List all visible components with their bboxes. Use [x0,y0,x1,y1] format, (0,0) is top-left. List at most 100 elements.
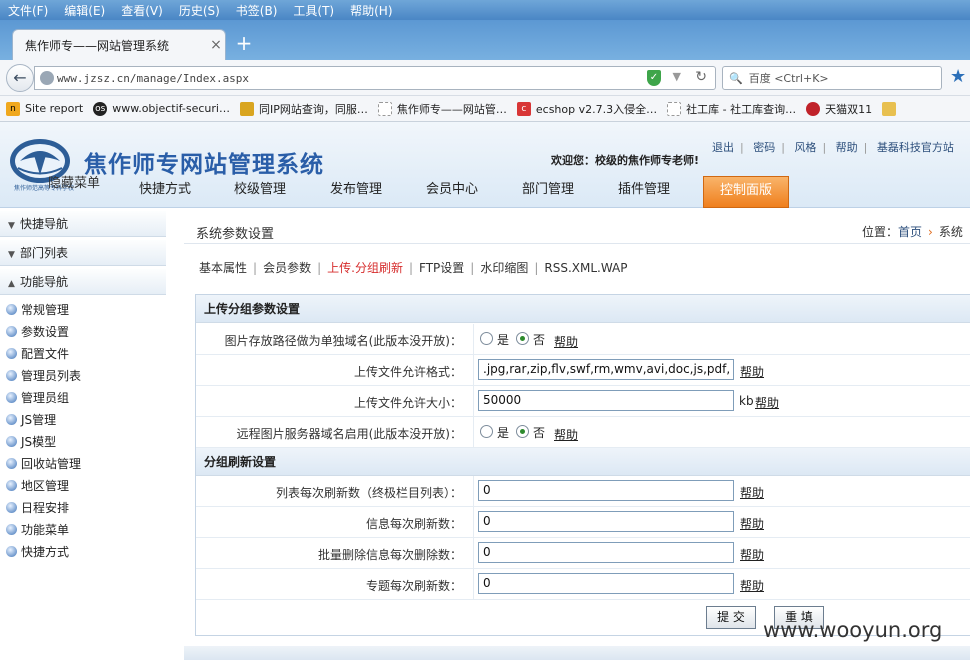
official-site-link[interactable]: 基磊科技官方站 [877,141,954,154]
folder-icon[interactable] [882,101,901,116]
sidebar-item-js-manage[interactable]: JS管理 [6,411,56,428]
dropdown-triangle-icon[interactable]: ▼ [673,70,681,83]
menu-view[interactable]: 查看(V) [121,2,163,19]
settings-tabs: 基本属性 | 会员参数 | 上传.分组刷新 | FTP设置 | 水印缩图 | RSS.XM… [199,259,628,276]
field-label: 列表每次刷新数（终极栏目列表）： [275,486,462,500]
reload-icon[interactable]: ↻ [695,69,707,85]
logout-link[interactable]: 退出 [712,141,734,154]
sidebar-item-admin-list[interactable]: 管理员列表 [6,367,81,384]
form-row-topic-refresh: 专题每次刷新数： 0 帮助 [196,569,970,600]
bullet-icon [6,414,17,425]
tab-rss[interactable]: RSS.XML.WAP [544,261,627,275]
sidebar-item-js-model[interactable]: JS模型 [6,433,56,450]
sidebar-section-functions[interactable]: ▲ 功能导航 [0,269,166,295]
tab-close-icon[interactable]: × [207,37,225,53]
browser-menubar: 文件(F) 编辑(E) 查看(V) 历史(S) 书签(B) 工具(T) 帮助(H… [0,0,970,20]
menu-file[interactable]: 文件(F) [8,2,48,19]
sidebar-section-quick-nav[interactable]: ▼ 快捷导航 [0,211,166,237]
style-link[interactable]: 风格 [794,141,816,154]
batch-delete-input[interactable]: 0 [478,542,734,563]
bookmark-item[interactable]: 天猫双11 [806,101,872,117]
bullet-icon [6,458,17,469]
sidebar-item-region[interactable]: 地区管理 [6,477,69,494]
bullet-icon [6,304,17,315]
radio-no[interactable] [516,332,529,345]
tab-basic[interactable]: 基本属性 [199,259,247,276]
sidebar-item-schedule[interactable]: 日程安排 [6,499,69,516]
sidebar-item-general[interactable]: 常规管理 [6,301,69,318]
bullet-icon [6,546,17,557]
topic-refresh-input[interactable]: 0 [478,573,734,594]
bookmark-item[interactable]: n Site report [6,101,83,116]
allowed-formats-input[interactable]: .jpg,rar,zip,flv,swf,rm,wmv,avi,doc,js,p… [478,359,734,380]
tab-ftp[interactable]: FTP设置 [419,259,464,276]
submit-button[interactable]: 提 交 [706,606,756,629]
nav-plugins[interactable]: 插件管理 [618,176,670,208]
menu-history[interactable]: 历史(S) [179,2,220,19]
help-link[interactable]: 帮助 [740,577,764,594]
help-link[interactable]: 帮助 [755,394,779,411]
tab-member-params[interactable]: 会员参数 [263,259,311,276]
tab-watermark[interactable]: 水印缩图 [480,259,528,276]
bookmark-item[interactable]: 社工库 - 社工库查询… [667,101,796,117]
form-row-allowed-formats: 上传文件允许格式： .jpg,rar,zip,flv,swf,rm,wmv,av… [196,355,970,386]
radio-yes[interactable] [480,332,493,345]
tab-upload-refresh[interactable]: 上传.分组刷新 [327,259,403,276]
bookmark-item[interactable]: 同IP网站查询，同服… [240,101,368,117]
site-title: 焦作师专网站管理系统 [84,152,324,178]
help-link[interactable]: 帮助 [554,426,578,443]
help-link[interactable]: 帮助 [740,363,764,380]
sidebar-item-recycle[interactable]: 回收站管理 [6,455,81,472]
help-link[interactable]: 帮助 [554,333,578,350]
page-icon [377,101,392,116]
help-link[interactable]: 帮助 [740,546,764,563]
sidebar-item-shortcuts[interactable]: 快捷方式 [6,543,69,560]
new-tab-icon[interactable]: + [232,32,256,56]
shield-check-icon[interactable]: ✓ [647,70,661,86]
max-size-input[interactable]: 50000 [478,390,734,411]
search-box[interactable]: 🔍 百度 <Ctrl+K> [722,66,942,90]
bullet-icon [6,436,17,447]
bookmark-item[interactable]: 焦作师专——网站管… [377,101,507,117]
info-refresh-input[interactable]: 0 [478,511,734,532]
list-refresh-input[interactable]: 0 [478,480,734,501]
menu-help[interactable]: 帮助(H) [350,2,392,19]
radio-no[interactable] [516,425,529,438]
bookmark-item[interactable]: c ecshop v2.7.3入侵全… [516,101,657,117]
divider [184,243,970,244]
hide-menu-link[interactable]: 隐藏菜单 [48,172,100,191]
sidebar-item-config[interactable]: 配置文件 [6,345,69,362]
help-link[interactable]: 帮助 [740,515,764,532]
nav-shortcuts[interactable]: 快捷方式 [139,176,191,208]
expand-arrow-icon: ▲ [8,279,15,289]
radio-no-label: 否 [533,426,546,440]
nav-control-panel[interactable]: 控制面版 [703,176,789,208]
form-row-remote-domain: 远程图片服务器域名启用(此版本没开放)： 是 否 帮助 [196,417,970,448]
menu-bookmarks[interactable]: 书签(B) [236,2,278,19]
back-arrow-icon[interactable]: ← [6,64,34,92]
url-text: www.jzsz.cn/manage/Index.aspx [57,71,250,85]
help-link[interactable]: 帮助 [740,484,764,501]
browser-tab[interactable]: 焦作师专——网站管理系统 × [12,29,226,60]
password-link[interactable]: 密码 [753,141,775,154]
breadcrumb-home[interactable]: 首页 [898,225,922,239]
address-bar[interactable]: www.jzsz.cn/manage/Index.aspx ✓ ▼ ↻ [34,66,716,90]
nav-departments[interactable]: 部门管理 [522,176,574,208]
bookmark-star-icon[interactable]: ★ [950,66,966,87]
menu-edit[interactable]: 编辑(E) [64,2,105,19]
nav-members[interactable]: 会员中心 [426,176,478,208]
menu-tools[interactable]: 工具(T) [293,2,334,19]
sidebar-item-admin-group[interactable]: 管理员组 [6,389,69,406]
sidebar-item-function-menu[interactable]: 功能菜单 [6,521,69,538]
form-row-image-domain: 图片存放路径做为单独域名(此版本没开放)： 是 否 帮助 [196,324,970,355]
nav-publish[interactable]: 发布管理 [330,176,382,208]
nav-school-admin[interactable]: 校级管理 [234,176,286,208]
sidebar-section-departments[interactable]: ▼ 部门列表 [0,240,166,266]
radio-yes[interactable] [480,425,493,438]
bookmark-item[interactable]: os www.objectif-securi… [93,101,230,116]
ecshop-icon: c [516,101,531,116]
sidebar-item-params[interactable]: 参数设置 [6,323,69,340]
field-label: 信息每次刷新数： [365,517,462,531]
field-label: 上传文件允许格式： [353,365,462,379]
help-link[interactable]: 帮助 [836,141,858,154]
